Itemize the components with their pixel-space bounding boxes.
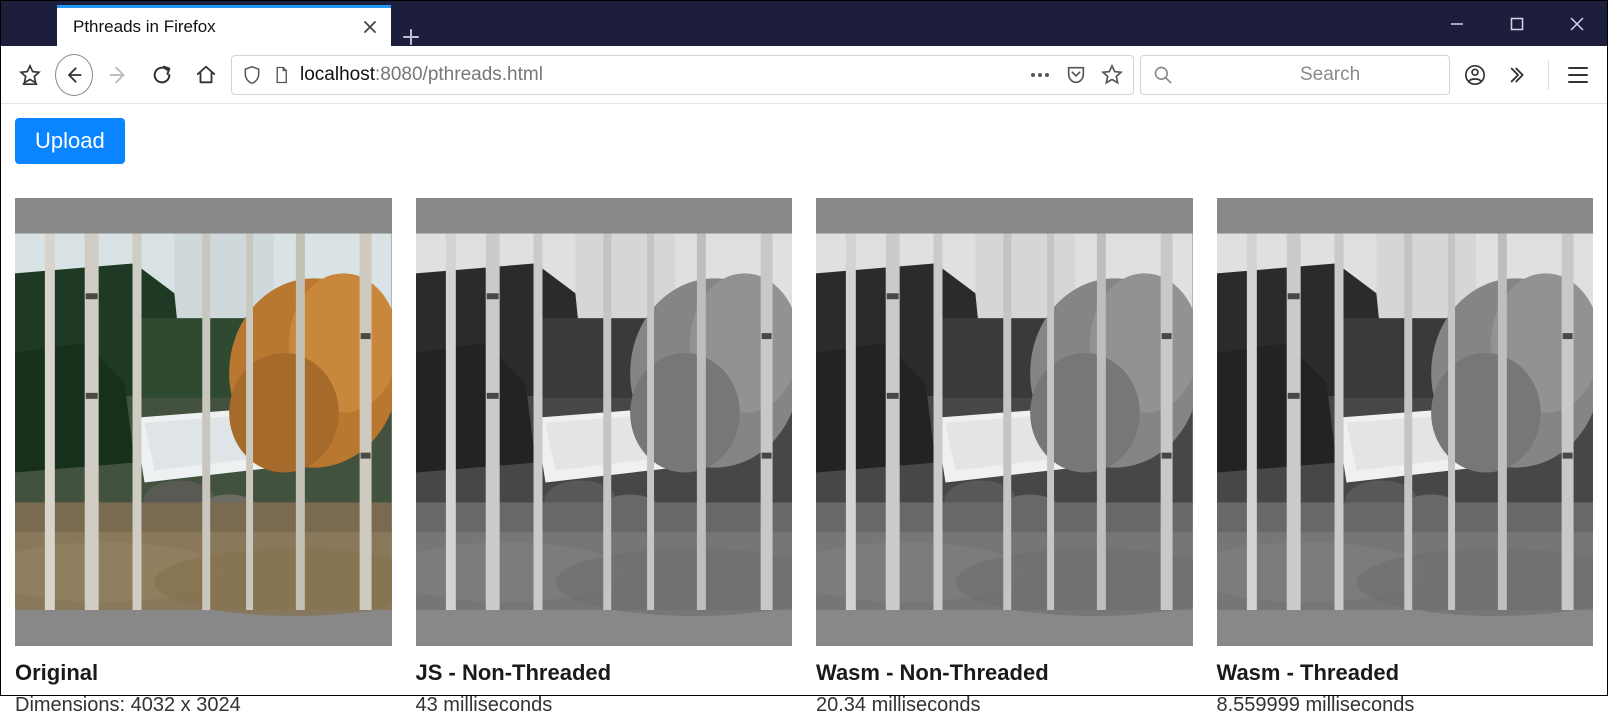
search-placeholder: Search xyxy=(1300,64,1437,86)
page-content: Upload OriginalDimensions: 4032 x 3024JS… xyxy=(1,104,1607,646)
result-card: OriginalDimensions: 4032 x 3024 xyxy=(15,198,392,646)
result-image xyxy=(416,198,793,646)
url-path: :8080/pthreads.html xyxy=(375,64,543,85)
close-window-button[interactable] xyxy=(1547,1,1607,46)
browser-tab[interactable]: Pthreads in Firefox xyxy=(57,5,391,46)
result-image xyxy=(15,198,392,646)
url-bar[interactable]: localhost:8080/pthreads.html xyxy=(231,55,1134,95)
account-icon[interactable] xyxy=(1456,56,1494,94)
search-bar[interactable]: Search xyxy=(1140,55,1450,95)
result-card: Wasm - Threaded8.559999 milliseconds xyxy=(1217,198,1594,646)
maximize-button[interactable] xyxy=(1487,1,1547,46)
upload-button[interactable]: Upload xyxy=(15,118,125,164)
search-icon xyxy=(1153,65,1290,85)
url-host: localhost xyxy=(300,64,375,85)
new-tab-button[interactable] xyxy=(391,28,431,46)
result-title: Original xyxy=(15,660,392,686)
page-actions-icon[interactable] xyxy=(1029,71,1051,79)
result-title: JS - Non-Threaded xyxy=(416,660,793,686)
result-image xyxy=(816,198,1193,646)
bookmark-star-icon[interactable] xyxy=(1101,64,1123,86)
pocket-icon[interactable] xyxy=(1065,64,1087,86)
reload-button[interactable] xyxy=(143,56,181,94)
titlebar: Pthreads in Firefox xyxy=(1,1,1607,46)
back-button[interactable] xyxy=(55,56,93,94)
browser-toolbar: localhost:8080/pthreads.html Search xyxy=(1,46,1607,104)
highlights-button[interactable] xyxy=(11,56,49,94)
page-info-icon[interactable] xyxy=(272,64,290,86)
result-title: Wasm - Threaded xyxy=(1217,660,1594,686)
home-button[interactable] xyxy=(187,56,225,94)
forward-button[interactable] xyxy=(99,56,137,94)
result-title: Wasm - Non-Threaded xyxy=(816,660,1193,686)
result-card: Wasm - Non-Threaded20.34 milliseconds xyxy=(816,198,1193,646)
result-card: JS - Non-Threaded43 milliseconds xyxy=(416,198,793,646)
result-subtitle: 20.34 milliseconds xyxy=(816,694,1193,717)
image-gallery: OriginalDimensions: 4032 x 3024JS - Non-… xyxy=(15,198,1593,646)
shield-icon[interactable] xyxy=(242,64,262,86)
hamburger-menu-icon[interactable] xyxy=(1559,56,1597,94)
close-tab-icon[interactable] xyxy=(359,16,381,38)
window-controls xyxy=(1427,1,1607,46)
url-text: localhost:8080/pthreads.html xyxy=(300,64,1019,86)
result-subtitle: Dimensions: 4032 x 3024 xyxy=(15,694,392,717)
result-image xyxy=(1217,198,1594,646)
result-subtitle: 43 milliseconds xyxy=(416,694,793,717)
tab-title: Pthreads in Firefox xyxy=(73,17,359,37)
result-subtitle: 8.559999 milliseconds xyxy=(1217,694,1594,717)
tab-strip: Pthreads in Firefox xyxy=(1,1,431,46)
overflow-icon[interactable] xyxy=(1500,56,1538,94)
minimize-button[interactable] xyxy=(1427,1,1487,46)
